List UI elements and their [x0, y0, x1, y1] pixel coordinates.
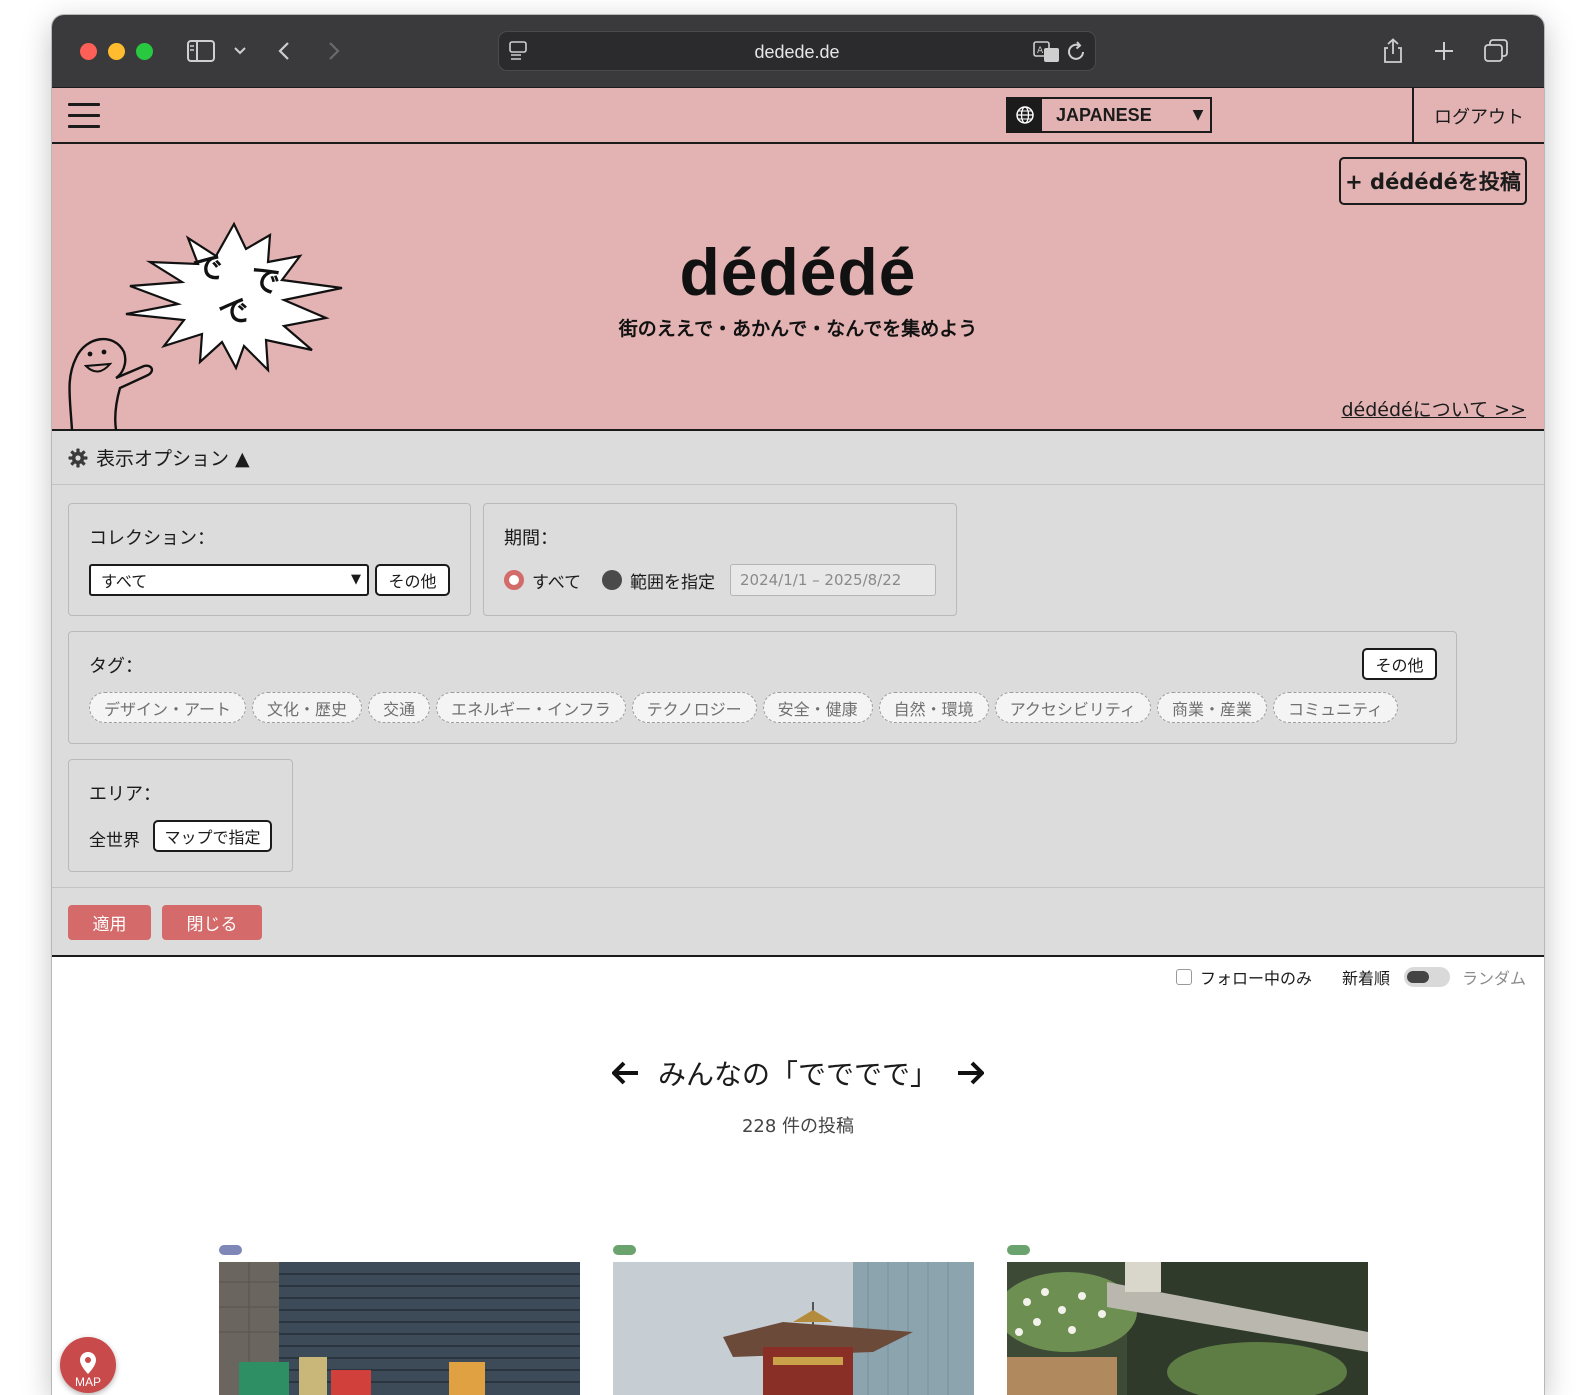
caret-down-icon: ▼: [351, 572, 361, 587]
display-options-panel: 表示オプション ▲ コレクション： すべて ▼ その他 期間： すべて 範囲を指…: [52, 431, 1544, 957]
post-card-image[interactable]: [1007, 1262, 1368, 1395]
tag-chip[interactable]: コミュニティ: [1272, 692, 1398, 723]
map-fab-button[interactable]: MAP: [60, 1337, 116, 1393]
card-category-chip: [1007, 1245, 1030, 1255]
collection-select[interactable]: すべて ▼: [89, 564, 369, 596]
close-window-button[interactable]: [80, 43, 97, 60]
reload-icon[interactable]: [1067, 41, 1087, 67]
collection-filter: コレクション： すべて ▼ その他: [68, 503, 471, 616]
translate-icon[interactable]: A: [1033, 41, 1061, 67]
sort-toggle[interactable]: [1403, 967, 1450, 987]
tag-chip[interactable]: 文化・歴史: [252, 692, 363, 723]
tag-filter: タグ： その他 デザイン・アート 文化・歴史 交通 エネルギー・インフラ テクノ…: [68, 631, 1457, 744]
arrow-right-icon[interactable]: [956, 1061, 984, 1085]
tag-chip[interactable]: 自然・環境: [878, 692, 989, 723]
map-pin-icon: [80, 1352, 96, 1374]
feed-title: みんなの「でででで」: [657, 1058, 938, 1091]
tag-chip[interactable]: 安全・健康: [762, 692, 873, 723]
gear-icon: [68, 448, 88, 468]
logout-button[interactable]: ログアウト: [1412, 88, 1544, 144]
post-card-image[interactable]: [219, 1262, 580, 1395]
date-range-input[interactable]: 2024/1/1 – 2025/8/22: [730, 564, 936, 596]
share-icon[interactable]: [1380, 37, 1406, 65]
collection-selected-value: すべて: [101, 572, 148, 591]
collection-label: コレクション：: [89, 528, 215, 549]
period-range-label[interactable]: 範囲を指定: [630, 568, 715, 593]
period-range-radio[interactable]: [602, 570, 622, 590]
period-all-label[interactable]: すべて: [532, 568, 581, 593]
area-filter: エリア： 全世界 マップで指定: [68, 759, 293, 872]
tag-chip[interactable]: 商業・産業: [1156, 692, 1267, 723]
map-fab-label: MAP: [74, 1375, 101, 1389]
new-post-button[interactable]: + dédédéを投稿: [1339, 157, 1527, 205]
url-text: dedede.de: [754, 42, 840, 62]
apply-button[interactable]: 適用: [68, 905, 151, 940]
tag-label: タグ：: [89, 656, 143, 677]
post-card-image[interactable]: [613, 1262, 974, 1395]
back-icon[interactable]: [274, 37, 294, 65]
hero-banner: + dédédéを投稿 で で で dédédé 街のええで・あかんで・なんでを…: [52, 144, 1544, 431]
period-label: 期間：: [504, 528, 558, 549]
menu-icon[interactable]: [68, 101, 100, 129]
tag-chip[interactable]: アクセシビリティ: [994, 692, 1151, 723]
tabs-overview-icon[interactable]: [1482, 37, 1510, 65]
period-filter: 期間： すべて 範囲を指定 2024/1/1 – 2025/8/22: [483, 503, 957, 616]
zoom-window-button[interactable]: [136, 43, 153, 60]
display-options-toggle[interactable]: 表示オプション ▲: [52, 431, 1544, 485]
feed-controls: フォロー中のみ 新着順 ランダム: [1175, 965, 1526, 989]
about-link[interactable]: dédédéについて >>: [1341, 395, 1526, 422]
card-category-chip: [219, 1245, 242, 1255]
sort-newest-label[interactable]: 新着順: [1342, 965, 1390, 989]
browser-window: dedede.de A JAPANESE ▼ ログアウト + dédédéを投稿…: [52, 15, 1544, 1395]
sidebar-toggle-icon[interactable]: [186, 37, 216, 65]
feed-heading: みんなの「でででで」: [52, 1053, 1544, 1093]
tag-list: デザイン・アート 文化・歴史 交通 エネルギー・インフラ テクノロジー 安全・健…: [89, 692, 1398, 723]
language-label: JAPANESE: [1056, 104, 1152, 125]
area-value: 全世界: [89, 831, 140, 851]
tag-chip[interactable]: 交通: [368, 692, 431, 723]
post-count: 228 件の投稿: [741, 1116, 855, 1137]
tag-chip[interactable]: エネルギー・インフラ: [436, 692, 626, 723]
browser-toolbar: dedede.de A: [52, 15, 1544, 88]
area-label: エリア：: [89, 784, 161, 805]
caret-down-icon: ▼: [1192, 107, 1204, 123]
follow-only-checkbox[interactable]: [1175, 969, 1192, 985]
page-content: JAPANESE ▼ ログアウト + dédédéを投稿 で で で dédéd…: [52, 88, 1544, 1395]
sort-random-label[interactable]: ランダム: [1462, 965, 1526, 989]
forward-icon[interactable]: [324, 37, 344, 65]
new-tab-icon[interactable]: [1432, 37, 1456, 65]
close-options-button[interactable]: 閉じる: [162, 905, 262, 940]
site-logo-title: dédédé: [679, 235, 917, 309]
card-category-chip: [613, 1245, 636, 1255]
tag-more-button[interactable]: その他: [1362, 648, 1437, 680]
chevron-down-icon[interactable]: [230, 37, 250, 65]
display-options-label: 表示オプション ▲: [96, 448, 250, 470]
site-tagline: 街のええで・あかんで・なんでを集めよう: [618, 318, 978, 340]
svg-text:A: A: [1037, 46, 1044, 56]
post-feed: フォロー中のみ 新着順 ランダム みんなの「でででで」 228 件の投稿 MAP: [52, 957, 1544, 1395]
period-all-radio[interactable]: [504, 570, 524, 590]
arrow-left-icon[interactable]: [611, 1061, 640, 1085]
tag-chip[interactable]: デザイン・アート: [89, 692, 247, 723]
language-select[interactable]: JAPANESE ▼: [1006, 97, 1212, 133]
globe-icon: [1008, 99, 1042, 131]
address-bar[interactable]: dedede.de A: [498, 31, 1096, 71]
site-header: JAPANESE ▼ ログアウト: [52, 88, 1544, 144]
follow-only-label[interactable]: フォロー中のみ: [1200, 965, 1312, 989]
map-select-button[interactable]: マップで指定: [153, 820, 272, 852]
minimize-window-button[interactable]: [108, 43, 125, 60]
tag-chip[interactable]: テクノロジー: [631, 692, 757, 723]
divider: [52, 887, 1544, 888]
collection-more-button[interactable]: その他: [375, 564, 450, 596]
